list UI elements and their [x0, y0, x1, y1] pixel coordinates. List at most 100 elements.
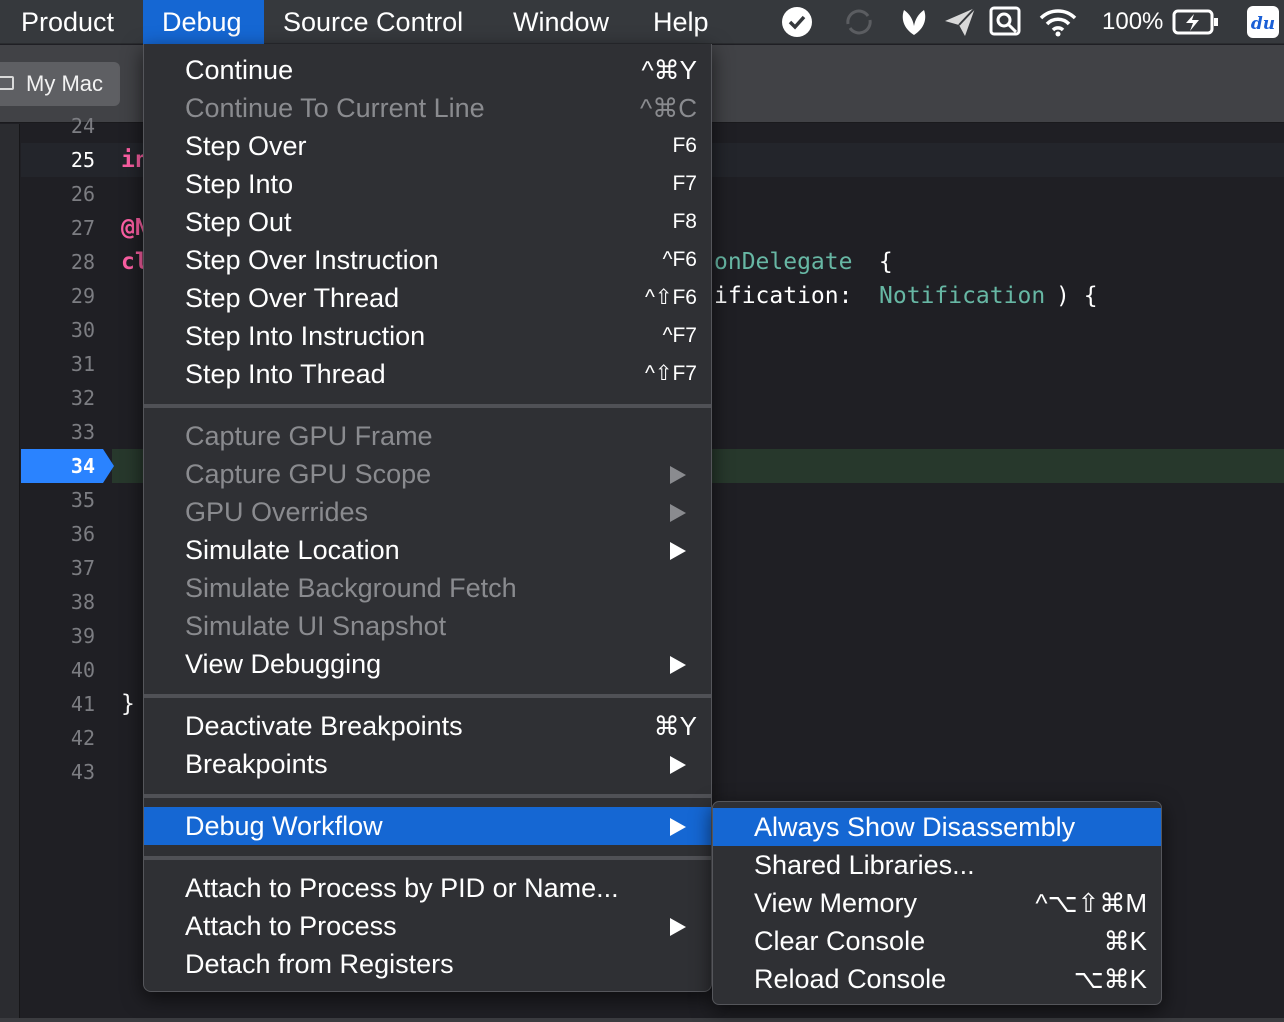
menu-item-simulate-ui-snapshot: Simulate UI Snapshot [185, 611, 447, 641]
sync-status-icon[interactable] [841, 0, 877, 44]
shortcut: ^⇧F6 [645, 286, 697, 309]
submenu-arrow-icon [670, 542, 686, 560]
menu-item-attach-by-pid[interactable]: Attach to Process by PID or Name... [144, 869, 711, 907]
leaf-status-icon[interactable] [898, 0, 930, 44]
line-number: 39 [70, 624, 95, 648]
menu-bar: Product Debug Source Control Window Help… [0, 0, 1284, 44]
scheme-selector[interactable]: My Mac [0, 62, 120, 106]
menu-item-view-debugging[interactable]: View Debugging [144, 645, 711, 683]
menu-source-control[interactable]: Source Control [264, 0, 482, 44]
search-status-icon[interactable] [988, 0, 1024, 44]
menu-item-capture-gpu-scope: Capture GPU Scope [144, 455, 711, 493]
menu-item-capture-gpu-frame: Capture GPU Frame [185, 421, 433, 451]
line-number: 31 [70, 352, 95, 376]
menu-window[interactable]: Window [494, 0, 628, 44]
shortcut: F8 [672, 210, 697, 233]
submenu-item-reload-console[interactable]: Reload Console ⌥⌘K [713, 960, 1161, 998]
line-number: 36 [70, 522, 95, 546]
shortcut: ^⌘C [640, 93, 697, 123]
menu-item-simulate-background-fetch: Simulate Background Fetch [185, 573, 517, 603]
menu-debug[interactable]: Debug [143, 0, 264, 44]
line-number: 41 [70, 692, 95, 716]
battery-percent: 100% [1102, 8, 1164, 35]
wifi-icon[interactable] [1038, 0, 1078, 44]
menu-item-continue[interactable]: Continue ^⌘Y [144, 51, 711, 89]
line-number: 24 [70, 114, 95, 138]
code-parameter: ification: [714, 283, 867, 309]
code-brace: ) { [1056, 283, 1098, 309]
shortcut: ^F7 [662, 324, 697, 347]
code-type: onDelegate [714, 249, 853, 275]
du-app-icon[interactable]: du [1246, 0, 1280, 44]
line-number: 33 [70, 420, 95, 444]
code-brace: { [865, 249, 893, 275]
submenu-item-view-memory[interactable]: View Memory ^⌥⇧⌘M [713, 884, 1161, 922]
menu-item-step-over-instruction[interactable]: Step Over Instruction ^F6 [144, 241, 711, 279]
shortcut: F7 [672, 172, 697, 195]
menu-item-simulate-location[interactable]: Simulate Location [144, 531, 711, 569]
battery-icon[interactable] [1172, 0, 1220, 44]
submenu-arrow-icon [670, 818, 686, 836]
menu-item-attach-to-process[interactable]: Attach to Process [144, 907, 711, 945]
menu-separator [144, 404, 711, 408]
breakpoint-line-number: 34 [70, 454, 95, 478]
shortcut: ^⌥⇧⌘M [1035, 888, 1147, 918]
submenu-arrow-icon [670, 656, 686, 674]
debug-menu: Continue ^⌘Y Continue To Current Line ^⌘… [143, 44, 712, 992]
shortcut: F6 [672, 134, 697, 157]
menu-item-breakpoints[interactable]: Breakpoints [144, 745, 711, 783]
line-number: 29 [70, 284, 95, 308]
line-number: 40 [70, 658, 95, 682]
menu-item-step-into-thread[interactable]: Step Into Thread ^⇧F7 [144, 355, 711, 393]
submenu-item-shared-libraries[interactable]: Shared Libraries... [713, 846, 1161, 884]
send-status-icon[interactable] [943, 0, 977, 44]
debug-workflow-submenu: Always Show Disassembly Shared Libraries… [712, 801, 1162, 1005]
line-number: 28 [70, 250, 95, 274]
line-number: 43 [70, 760, 95, 784]
line-number: 26 [70, 182, 95, 206]
submenu-arrow-icon [670, 756, 686, 774]
menu-help[interactable]: Help [634, 0, 728, 44]
submenu-arrow-icon [670, 918, 686, 936]
line-number: 35 [70, 488, 95, 512]
line-number: 37 [70, 556, 95, 580]
menu-item-step-out[interactable]: Step Out F8 [144, 203, 711, 241]
checkmark-status-icon[interactable] [781, 0, 813, 44]
code-type: Notification [879, 283, 1046, 309]
menu-item-step-into[interactable]: Step Into F7 [144, 165, 711, 203]
menu-separator [144, 856, 711, 860]
menu-item-step-over[interactable]: Step Over F6 [144, 127, 711, 165]
scheme-label: My Mac [26, 71, 103, 96]
menu-item-step-over-thread[interactable]: Step Over Thread ^⇧F6 [144, 279, 711, 317]
shortcut: ^⌘Y [641, 55, 697, 85]
line-number: 27 [70, 216, 95, 240]
code-brace: } [121, 691, 135, 717]
submenu-item-clear-console[interactable]: Clear Console ⌘K [713, 922, 1161, 960]
submenu-item-always-show-disassembly[interactable]: Always Show Disassembly [713, 808, 1161, 846]
menu-product[interactable]: Product [2, 0, 133, 44]
line-number: 32 [70, 386, 95, 410]
shortcut: ⌘K [1103, 926, 1147, 956]
menu-separator [144, 794, 711, 798]
submenu-arrow-icon [670, 466, 686, 484]
shortcut: ^F6 [662, 248, 697, 271]
line-number: 30 [70, 318, 95, 342]
submenu-arrow-icon [670, 504, 686, 522]
svg-text:du: du [1251, 14, 1275, 34]
line-number: 38 [70, 590, 95, 614]
menu-item-gpu-overrides: GPU Overrides [144, 493, 711, 531]
line-number: 42 [70, 726, 95, 750]
menu-separator [144, 694, 711, 698]
navigator-edge [0, 124, 20, 1022]
line-number: 25 [70, 148, 95, 172]
shortcut: ⌥⌘K [1073, 964, 1147, 994]
menu-item-deactivate-breakpoints[interactable]: Deactivate Breakpoints ⌘Y [144, 707, 711, 745]
shortcut: ⌘Y [653, 711, 697, 741]
menu-item-continue-to-current-line: Continue To Current Line ^⌘C [144, 89, 711, 127]
shortcut: ^⇧F7 [645, 362, 697, 385]
debug-area-divider [0, 1018, 1284, 1022]
menu-item-step-into-instruction[interactable]: Step Into Instruction ^F7 [144, 317, 711, 355]
menu-item-debug-workflow[interactable]: Debug Workflow [144, 807, 711, 845]
mac-icon [0, 76, 14, 90]
menu-item-detach[interactable]: Detach from Registers [144, 945, 711, 983]
